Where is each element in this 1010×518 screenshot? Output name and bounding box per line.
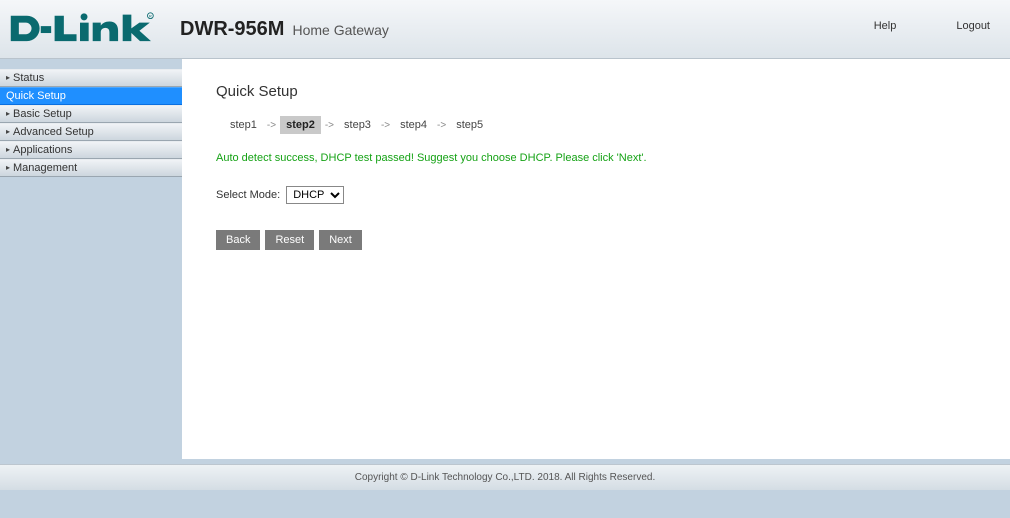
caret-right-icon: ▸ <box>6 74 10 82</box>
dlink-logo-icon: R <box>5 8 155 50</box>
model-name: DWR-956M <box>180 18 284 41</box>
step-3[interactable]: step3 <box>338 116 377 134</box>
sidebar-item-label: Advanced Setup <box>13 126 94 138</box>
caret-right-icon: ▸ <box>6 164 10 172</box>
arrow-icon: -> <box>437 120 446 131</box>
arrow-icon: -> <box>381 120 390 131</box>
sidebar-item-label: Applications <box>13 144 72 156</box>
title-area: DWR-956M Home Gateway <box>180 18 389 41</box>
reset-button[interactable]: Reset <box>265 230 314 250</box>
caret-right-icon: ▸ <box>6 128 10 136</box>
mode-select[interactable]: DHCP <box>286 186 344 204</box>
sidebar-item-management[interactable]: ▸ Management <box>0 159 182 177</box>
sidebar-item-basic-setup[interactable]: ▸ Basic Setup <box>0 105 182 123</box>
steps-indicator: step1 -> step2 -> step3 -> step4 -> step… <box>224 116 976 134</box>
caret-right-icon: ▸ <box>6 146 10 154</box>
sidebar-item-applications[interactable]: ▸ Applications <box>0 141 182 159</box>
header: R DWR-956M Home Gateway Help Logout <box>0 0 1010 59</box>
sidebar-item-label: Status <box>13 72 44 84</box>
step-5[interactable]: step5 <box>450 116 489 134</box>
step-1[interactable]: step1 <box>224 116 263 134</box>
arrow-icon: -> <box>325 120 334 131</box>
sidebar-item-label: Management <box>13 162 77 174</box>
step-4[interactable]: step4 <box>394 116 433 134</box>
logout-link[interactable]: Logout <box>956 20 990 32</box>
sidebar-item-status[interactable]: ▸ Status <box>0 69 182 87</box>
body-area: ▸ Status Quick Setup ▸ Basic Setup ▸ Adv… <box>0 59 1010 459</box>
caret-right-icon: ▸ <box>6 110 10 118</box>
help-link[interactable]: Help <box>874 20 897 32</box>
sidebar-item-label: Quick Setup <box>6 90 66 102</box>
product-subtitle: Home Gateway <box>292 22 388 38</box>
page-title: Quick Setup <box>216 83 976 100</box>
content: Quick Setup step1 -> step2 -> step3 -> s… <box>182 59 1010 459</box>
sidebar-item-advanced-setup[interactable]: ▸ Advanced Setup <box>0 123 182 141</box>
select-mode-label: Select Mode: <box>216 189 280 201</box>
next-button[interactable]: Next <box>319 230 362 250</box>
step-2[interactable]: step2 <box>280 116 321 134</box>
footer: Copyright © D-Link Technology Co.,LTD. 2… <box>0 464 1010 490</box>
mode-row: Select Mode: DHCP <box>216 186 976 204</box>
sidebar-item-quick-setup[interactable]: Quick Setup <box>0 87 182 105</box>
sidebar-item-label: Basic Setup <box>13 108 72 120</box>
button-row: Back Reset Next <box>216 230 976 250</box>
copyright-text: Copyright © D-Link Technology Co.,LTD. 2… <box>355 472 655 483</box>
logo: R <box>0 8 160 50</box>
arrow-icon: -> <box>267 120 276 131</box>
svg-text:R: R <box>149 13 152 18</box>
header-links: Help Logout <box>874 20 990 32</box>
status-message: Auto detect success, DHCP test passed! S… <box>216 152 976 164</box>
back-button[interactable]: Back <box>216 230 260 250</box>
sidebar: ▸ Status Quick Setup ▸ Basic Setup ▸ Adv… <box>0 59 182 459</box>
